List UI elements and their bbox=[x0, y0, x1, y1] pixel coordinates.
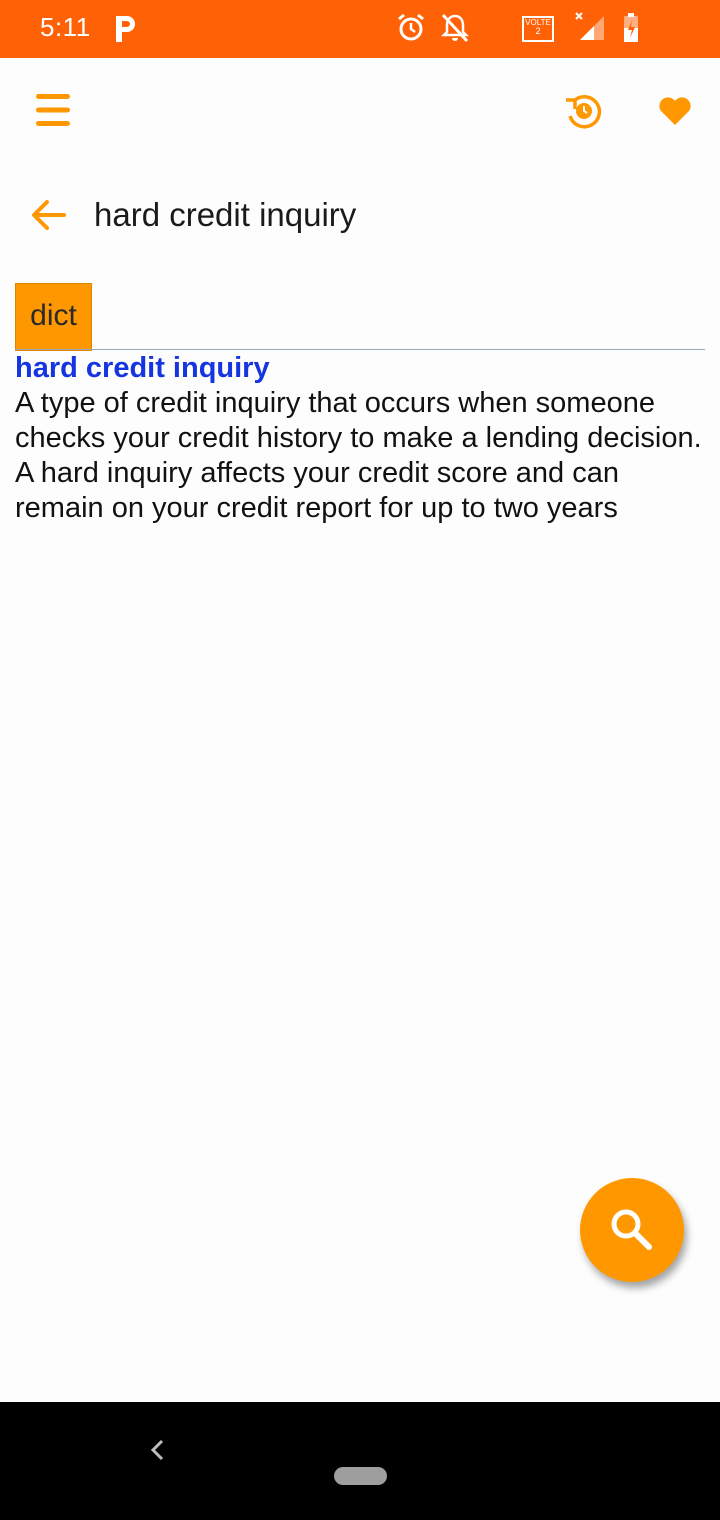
status-bar: 5:11 VOLTE 2 bbox=[0, 0, 720, 58]
tab-dict[interactable]: dict bbox=[15, 283, 92, 351]
system-nav-bar bbox=[0, 1402, 720, 1520]
signal-icon bbox=[575, 12, 604, 40]
heart-icon[interactable] bbox=[658, 96, 692, 126]
search-query-title[interactable]: hard credit inquiry bbox=[94, 196, 356, 234]
app-bar bbox=[0, 58, 720, 168]
search-fab-button[interactable] bbox=[580, 1178, 684, 1282]
definition-line-1: A type of credit inquiry that occurs whe… bbox=[15, 387, 702, 454]
definition-content: hard credit inquiry A type of credit inq… bbox=[15, 350, 705, 526]
status-time: 5:11 bbox=[40, 12, 91, 42]
back-arrow-icon[interactable] bbox=[30, 198, 66, 232]
search-icon bbox=[611, 1209, 652, 1250]
tab-strip: dict bbox=[15, 283, 705, 351]
search-row: hard credit inquiry bbox=[0, 176, 720, 256]
nav-home-pill[interactable] bbox=[334, 1467, 387, 1485]
nav-back-icon[interactable] bbox=[148, 1438, 166, 1462]
volte-icon: VOLTE 2 bbox=[522, 16, 554, 42]
sim-number: 2 bbox=[535, 26, 541, 36]
notifications-off-icon bbox=[440, 13, 470, 43]
definition-line-2: A hard inquiry affects your credit score… bbox=[15, 457, 619, 524]
menu-icon[interactable] bbox=[36, 93, 70, 127]
battery-icon bbox=[624, 13, 638, 42]
entry-term: hard credit inquiry bbox=[15, 352, 270, 384]
parking-icon bbox=[116, 16, 135, 42]
history-icon[interactable] bbox=[564, 92, 604, 130]
alarm-icon bbox=[398, 13, 424, 41]
